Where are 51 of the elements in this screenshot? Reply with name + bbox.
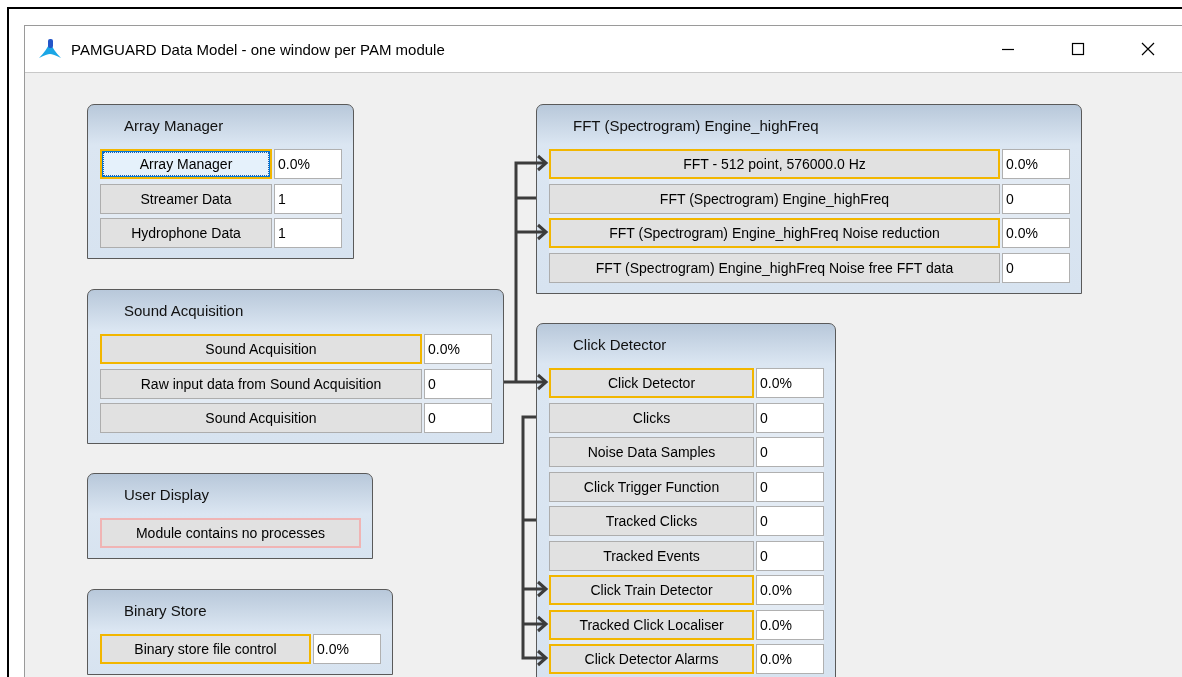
process-button[interactable]: Tracked Click Localiser: [549, 609, 754, 640]
value-field[interactable]: 0.0%: [1002, 149, 1070, 179]
module-title: Click Detector: [572, 335, 668, 355]
value-field[interactable]: 1: [274, 183, 342, 214]
window-title: PAMGUARD Data Model - one window per PAM module: [71, 40, 446, 58]
app-logo-icon: [37, 38, 63, 60]
process-button[interactable]: Clicks: [549, 402, 754, 433]
module-title: User Display: [123, 485, 211, 505]
value-field[interactable]: 0: [756, 437, 824, 467]
value-field[interactable]: 0.0%: [274, 149, 342, 179]
process-button[interactable]: Sound Acquisition: [100, 334, 422, 364]
module-title: Array Manager: [123, 116, 225, 136]
process-button[interactable]: FFT (Spectrogram) Engine_highFreq Noise free FFT data: [549, 252, 1000, 283]
close-icon: [1141, 42, 1155, 56]
process-button[interactable]: FFT (Spectrogram) Engine_highFreq: [549, 183, 1000, 214]
process-button[interactable]: Streamer Data: [100, 183, 272, 214]
value-field[interactable]: 0.0%: [756, 644, 824, 674]
process-button[interactable]: Click Detector: [549, 368, 754, 398]
process-button[interactable]: Click Detector Alarms: [549, 644, 754, 674]
value-field[interactable]: 0: [1002, 252, 1070, 283]
value-field[interactable]: 0: [756, 506, 824, 536]
maximize-icon: [1071, 42, 1085, 56]
process-button[interactable]: Tracked Events: [549, 540, 754, 571]
value-field[interactable]: 0.0%: [424, 334, 492, 364]
value-field[interactable]: 0.0%: [756, 368, 824, 398]
value-field[interactable]: 0: [756, 540, 824, 571]
value-field[interactable]: 0: [756, 402, 824, 433]
process-button[interactable]: Hydrophone Data: [100, 218, 272, 248]
process-button[interactable]: Raw input data from Sound Acquisition: [100, 368, 422, 399]
process-button[interactable]: Array Manager: [100, 149, 272, 179]
process-button[interactable]: Tracked Clicks: [549, 506, 754, 536]
process-button[interactable]: Click Trigger Function: [549, 471, 754, 502]
value-field[interactable]: 0: [756, 471, 824, 502]
value-field[interactable]: 0.0%: [1002, 218, 1070, 248]
value-field[interactable]: 0: [424, 368, 492, 399]
status-message[interactable]: Module contains no processes: [100, 518, 361, 548]
module-title: Sound Acquisition: [123, 301, 245, 321]
module-title: FFT (Spectrogram) Engine_highFreq: [572, 116, 820, 136]
value-field[interactable]: 0: [1002, 183, 1070, 214]
value-field[interactable]: 0.0%: [756, 609, 824, 640]
process-button[interactable]: Sound Acquisition: [100, 403, 422, 433]
process-button[interactable]: Binary store file control: [100, 634, 311, 664]
module-title: Binary Store: [123, 601, 208, 621]
process-button[interactable]: FFT (Spectrogram) Engine_highFreq Noise reduction: [549, 218, 1000, 248]
process-button[interactable]: FFT - 512 point, 576000.0 Hz: [549, 149, 1000, 179]
process-button[interactable]: Click Train Detector: [549, 575, 754, 605]
process-button[interactable]: Noise Data Samples: [549, 437, 754, 467]
value-field[interactable]: 1: [274, 218, 342, 248]
value-field[interactable]: 0.0%: [756, 575, 824, 605]
value-field[interactable]: 0: [424, 403, 492, 433]
value-field[interactable]: 0.0%: [313, 634, 381, 664]
